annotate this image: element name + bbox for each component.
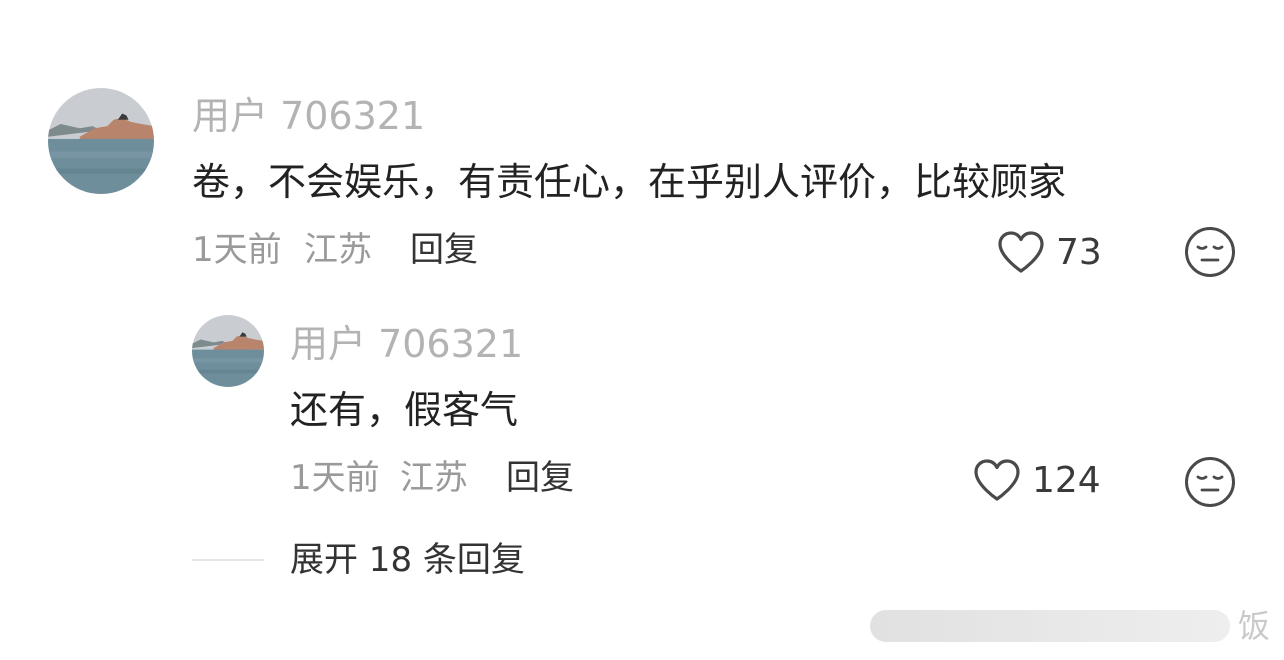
neutral-face-icon <box>1185 227 1235 277</box>
comment-username[interactable]: 用户 706321 <box>290 324 523 364</box>
avatar[interactable] <box>48 88 154 194</box>
comment-text: 还有，假客气 <box>290 388 519 432</box>
comment-text: 卷，不会娱乐，有责任心，在乎别人评价，比较顾家 <box>192 160 1067 204</box>
comment-location: 江苏 <box>304 230 372 270</box>
emoji-reaction-button[interactable] <box>1184 456 1236 508</box>
emoji-reaction-button[interactable] <box>1184 226 1236 278</box>
watermark-char: 饭 <box>1238 607 1271 645</box>
comment-username[interactable]: 用户 706321 <box>192 96 425 136</box>
like-count: 73 <box>1056 231 1102 273</box>
watermark: 饭 <box>870 604 1270 650</box>
watermark-bar <box>870 610 1230 642</box>
avatar[interactable] <box>192 315 264 387</box>
reply-button[interactable]: 回复 <box>506 460 574 496</box>
comment-time: 1天前 <box>290 458 380 498</box>
like-button[interactable]: 124 <box>972 455 1101 505</box>
comment-time: 1天前 <box>192 230 282 270</box>
reply-button[interactable]: 回复 <box>410 232 478 268</box>
neutral-face-icon <box>1185 457 1235 507</box>
heart-outline-icon <box>974 459 1020 501</box>
expand-divider <box>192 559 264 561</box>
like-count: 124 <box>1032 459 1101 501</box>
like-button[interactable]: 73 <box>996 227 1102 277</box>
comment-location: 江苏 <box>400 458 468 498</box>
heart-outline-icon <box>998 231 1044 273</box>
expand-replies-button[interactable]: 展开 18 条回复 <box>290 542 525 578</box>
